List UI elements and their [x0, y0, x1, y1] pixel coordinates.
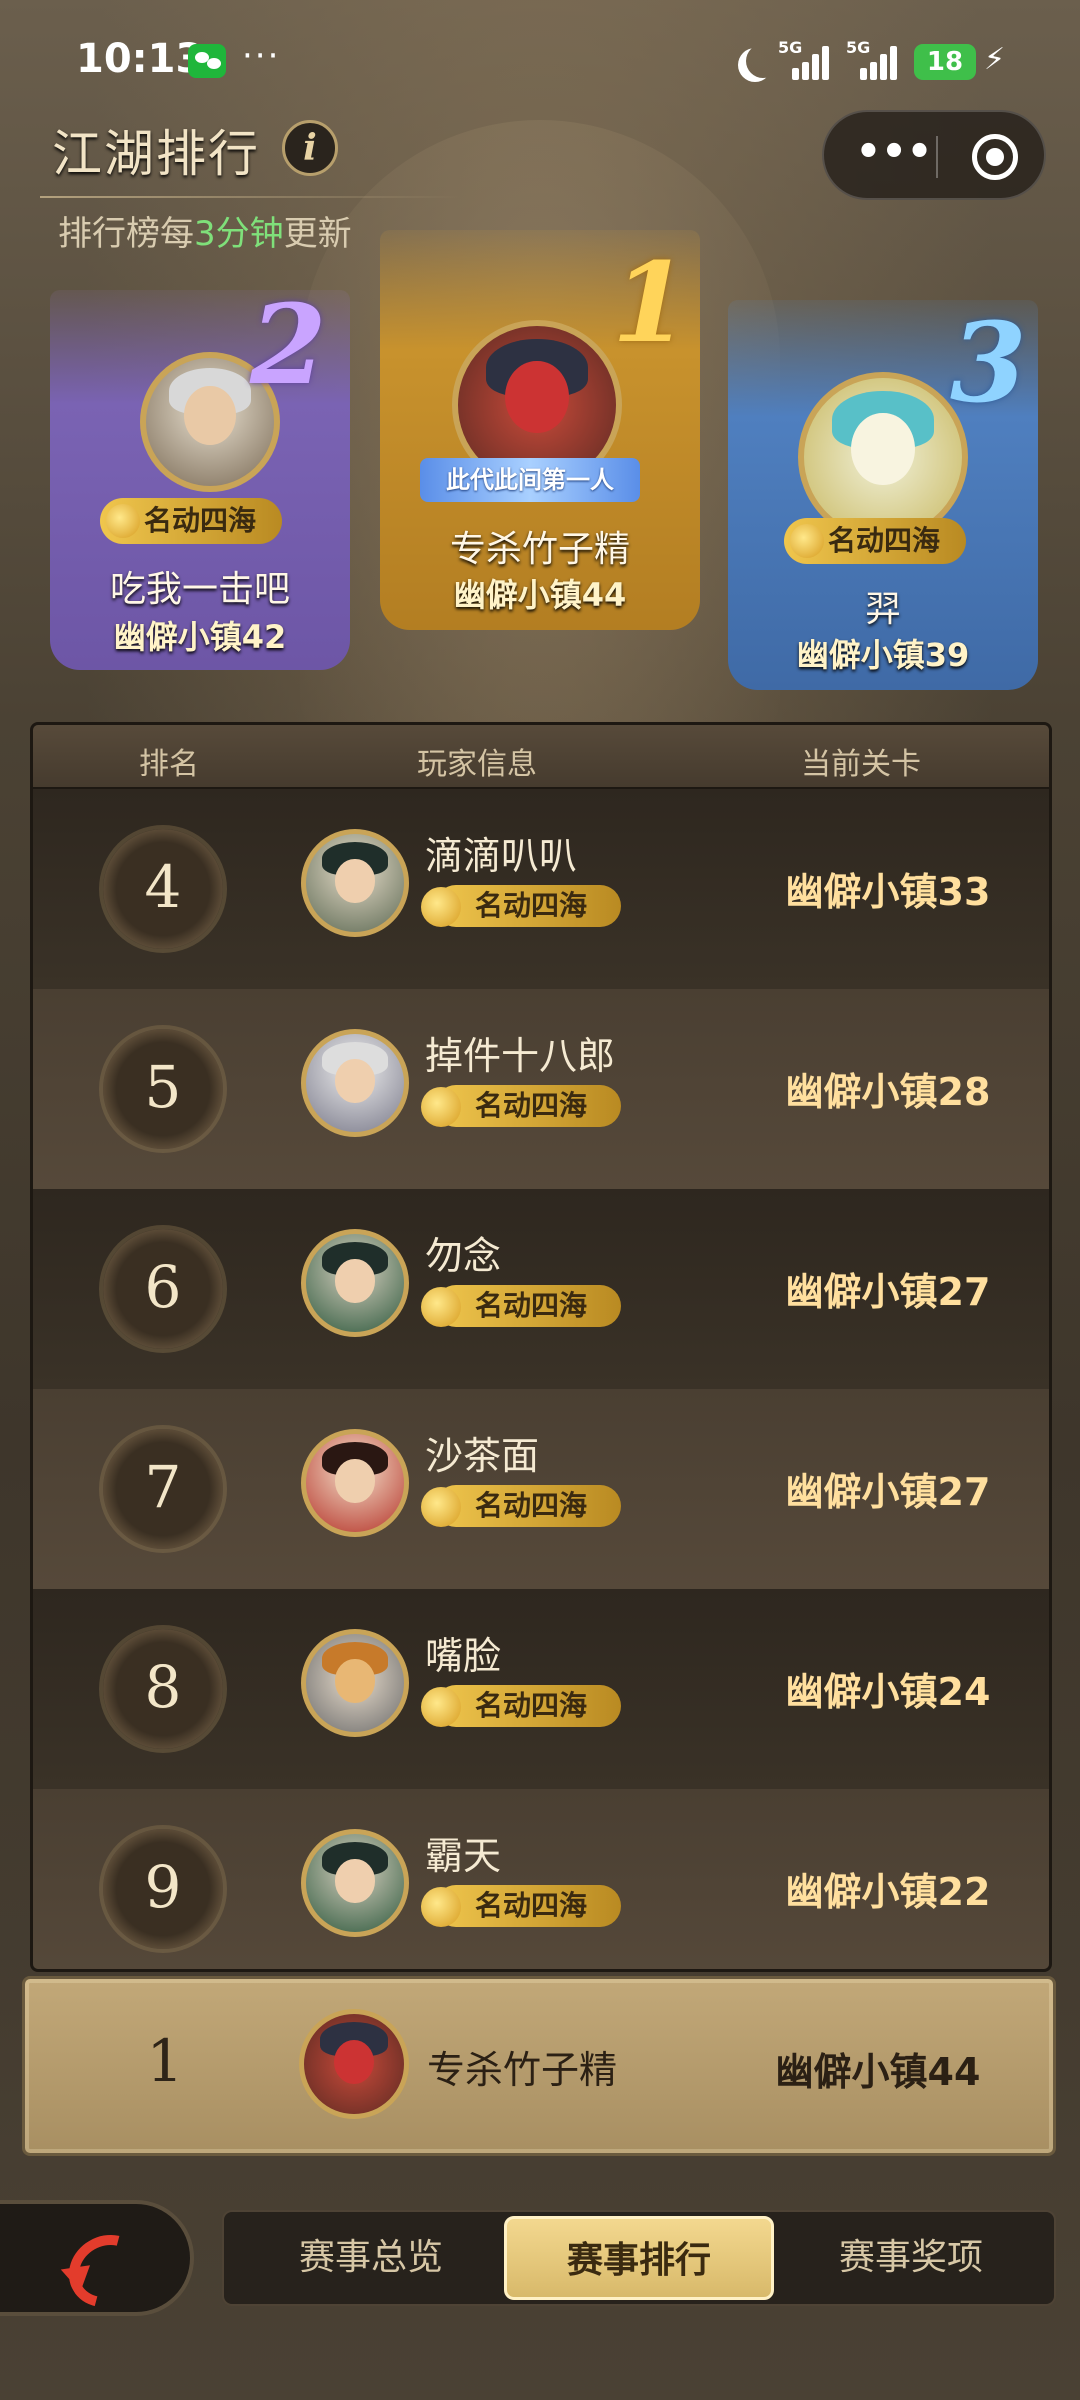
header-level: 当前关卡 — [801, 747, 921, 782]
my-rank-row[interactable]: 1 专杀竹子精 幽僻小镇44 — [22, 1976, 1056, 2156]
player-name: 嘴脸 — [425, 1634, 502, 1678]
table-row[interactable]: 4 滴滴叭叭 名动四海 幽僻小镇33 — [33, 789, 1049, 989]
player-avatar[interactable] — [301, 1229, 409, 1337]
player-avatar[interactable] — [301, 1629, 409, 1737]
player-name: 沙茶面 — [425, 1434, 540, 1478]
close-miniprogram-button[interactable] — [972, 134, 1018, 180]
capsule-divider — [936, 136, 938, 178]
player-level: 幽僻小镇27 — [785, 1470, 991, 1514]
player-title-badge: 名动四海 — [420, 1085, 622, 1127]
header-player: 玩家信息 — [417, 747, 537, 782]
player-title-badge: 名动四海 — [420, 885, 622, 927]
wechat-icon — [188, 44, 226, 78]
podium-badge-2: 名动四海 — [100, 498, 283, 544]
podium-name-3: 羿 — [864, 589, 901, 630]
my-avatar[interactable] — [299, 2009, 409, 2119]
podium-rank-2: 2 — [250, 280, 327, 409]
title-divider — [40, 196, 460, 198]
player-level: 幽僻小镇27 — [785, 1270, 991, 1314]
player-name: 滴滴叭叭 — [425, 834, 578, 878]
player-level: 幽僻小镇33 — [785, 870, 991, 914]
tab-ranking[interactable]: 赛事排行 — [504, 2216, 774, 2300]
charging-icon: ⚡ — [984, 42, 1006, 77]
tab-bar: 赛事总览 赛事排行 赛事奖项 — [222, 2210, 1056, 2306]
row-rank: 4 — [144, 853, 182, 921]
podium-badge-3: 名动四海 — [784, 518, 967, 564]
signal-icon — [774, 40, 838, 80]
podium-level-1: 幽僻小镇44 — [453, 576, 627, 614]
status-time: 10:13 — [76, 36, 204, 82]
podium-level-3: 幽僻小镇39 — [796, 636, 970, 674]
table-row[interactable]: 6 勿念 名动四海 幽僻小镇27 — [33, 1189, 1049, 1389]
row-rank: 9 — [144, 1853, 182, 1921]
row-rank: 7 — [144, 1453, 182, 1521]
more-menu-button[interactable]: ••• — [854, 130, 934, 180]
player-avatar[interactable] — [301, 1029, 409, 1137]
player-level: 幽僻小镇28 — [785, 1070, 991, 1114]
podium-level-2: 幽僻小镇42 — [113, 618, 287, 656]
podium-name-1: 专杀竹子精 — [449, 529, 630, 570]
update-notice: 排行榜每3分钟更新 — [58, 214, 352, 254]
player-title-badge: 名动四海 — [420, 1285, 622, 1327]
podium-name-2: 吃我一击吧 — [109, 569, 290, 610]
page-title: 江湖排行 — [52, 125, 260, 183]
table-row[interactable]: 7 沙茶面 名动四海 幽僻小镇27 — [33, 1389, 1049, 1589]
player-title-badge: 名动四海 — [420, 1885, 622, 1927]
back-button[interactable] — [0, 2200, 194, 2316]
row-rank: 8 — [144, 1653, 182, 1721]
player-title-badge: 名动四海 — [420, 1485, 622, 1527]
return-arrow-icon — [60, 2230, 140, 2294]
player-name: 霸天 — [425, 1834, 502, 1878]
player-level: 幽僻小镇24 — [785, 1670, 991, 1714]
podium-avatar-3[interactable] — [798, 372, 968, 542]
more-notifications-icon: ··· — [242, 36, 281, 76]
table-row[interactable]: 5 掉件十八郎 名动四海 幽僻小镇28 — [33, 989, 1049, 1189]
my-name: 专杀竹子精 — [427, 2048, 618, 2092]
podium-badge-1: 此代此间第一人 — [420, 458, 640, 502]
signal-icon-2 — [842, 40, 906, 80]
ranking-table[interactable]: 排名 玩家信息 当前关卡 4 滴滴叭叭 名动四海 幽僻小镇33 5 掉件十八郎 … — [30, 722, 1052, 1972]
player-name: 勿念 — [425, 1234, 502, 1278]
podium-rank-1: 1 — [612, 238, 689, 367]
my-rank: 1 — [146, 2027, 184, 2095]
player-level: 幽僻小镇22 — [785, 1870, 991, 1914]
header-rank: 排名 — [139, 747, 199, 782]
player-avatar[interactable] — [301, 1429, 409, 1537]
table-row[interactable]: 8 嘴脸 名动四海 幽僻小镇24 — [33, 1589, 1049, 1789]
row-rank: 5 — [144, 1053, 182, 1121]
miniprogram-capsule: ••• — [822, 110, 1046, 200]
table-row[interactable]: 9 霸天 名动四海 幽僻小镇22 — [33, 1789, 1049, 1969]
player-avatar[interactable] — [301, 1829, 409, 1937]
tab-overview[interactable]: 赛事总览 — [236, 2216, 506, 2300]
info-icon[interactable]: i — [282, 120, 338, 176]
player-title-badge: 名动四海 — [420, 1685, 622, 1727]
my-level: 幽僻小镇44 — [775, 2050, 981, 2094]
player-avatar[interactable] — [301, 829, 409, 937]
player-name: 掉件十八郎 — [425, 1034, 616, 1078]
table-header: 排名 玩家信息 当前关卡 — [33, 725, 1049, 789]
status-bar: 10:13 ··· 5G 5G 18 ⚡ — [0, 0, 1080, 120]
tab-awards[interactable]: 赛事奖项 — [776, 2216, 1046, 2300]
row-rank: 6 — [144, 1253, 182, 1321]
battery-icon: 18 — [914, 44, 976, 80]
podium-rank-3: 3 — [950, 298, 1027, 427]
